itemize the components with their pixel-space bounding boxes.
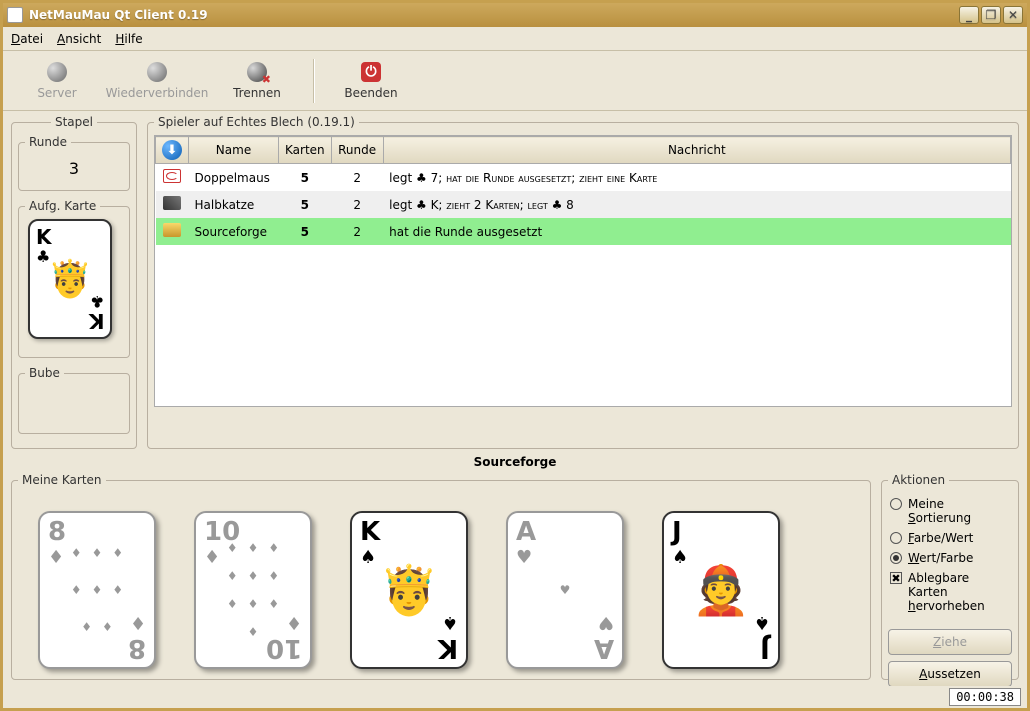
mycards-legend: Meine Karten — [18, 473, 106, 487]
player-icon — [163, 169, 181, 183]
player-icon — [163, 223, 181, 237]
player-name: Halbkatze — [189, 191, 279, 218]
player-icon — [163, 196, 181, 210]
hand-card[interactable]: K♠🤴♠K — [350, 511, 468, 669]
maximize-button[interactable]: ❐ — [981, 6, 1001, 24]
player-name: Sourceforge — [189, 218, 279, 245]
titlebar: NetMauMau Qt Client 0.19 _ ❐ ✕ — [3, 3, 1027, 27]
toolbar-separator — [313, 59, 315, 103]
globe-icon — [47, 62, 67, 82]
toolbar-reconnect[interactable]: Wiederverbinden — [109, 54, 205, 108]
sort-down-icon: ⬇ — [162, 140, 182, 160]
king-icon: 🤴 — [48, 258, 93, 300]
timer: 00:00:38 — [949, 688, 1021, 706]
stack-group: Stapel Runde 3 Aufg. Karte K ♣ 🤴 ♣ K — [11, 115, 137, 449]
player-round: 2 — [331, 218, 383, 245]
menu-view[interactable]: Ansicht — [57, 32, 101, 46]
topcard-legend: Aufg. Karte — [25, 199, 100, 213]
window-title: NetMauMau Qt Client 0.19 — [29, 8, 208, 22]
round-value: 3 — [25, 153, 123, 186]
player-message: legt ♣ 7; hat die Runde ausgesetzt; zieh… — [383, 164, 1010, 192]
hand-card[interactable]: A♥♥♥A — [506, 511, 624, 669]
player-round: 2 — [331, 164, 383, 192]
disconnect-icon — [247, 62, 267, 82]
face-icon: 🤴 — [379, 562, 439, 619]
jack-legend: Bube — [25, 366, 64, 380]
player-message: hat die Runde ausgesetzt — [383, 218, 1010, 245]
player-cards: 5 — [279, 218, 332, 245]
power-icon: ⏻ — [361, 62, 381, 82]
player-cards: 5 — [279, 191, 332, 218]
sort-suit-rank-radio[interactable]: Farbe/Wert — [890, 531, 1010, 545]
toolbar-disconnect[interactable]: Trennen — [209, 54, 305, 108]
pass-button[interactable]: Aussetzen — [888, 661, 1012, 686]
menu-file[interactable]: Datei — [11, 32, 43, 46]
minimize-button[interactable]: _ — [959, 6, 979, 24]
statusbar: 00:00:38 — [3, 686, 1027, 708]
col-icon[interactable]: ⬇ — [156, 137, 189, 164]
menu-help[interactable]: Hilfe — [115, 32, 142, 46]
topcard-group: Aufg. Karte K ♣ 🤴 ♣ K — [18, 199, 130, 358]
table-row[interactable]: Halbkatze52legt ♣ K; zieht 2 Karten; leg… — [156, 191, 1011, 218]
draw-button[interactable]: Ziehe — [888, 629, 1012, 655]
round-legend: Runde — [25, 135, 71, 149]
sort-mine-radio[interactable]: Meine Sortierung — [890, 497, 1010, 525]
players-table: ⬇ Name Karten Runde Nachricht Doppelmaus… — [155, 136, 1011, 245]
face-icon: 👲 — [691, 562, 751, 619]
toolbar-server[interactable]: Server — [9, 54, 105, 108]
actions-legend: Aktionen — [888, 473, 949, 487]
app-icon — [7, 7, 23, 23]
col-message[interactable]: Nachricht — [383, 137, 1010, 164]
menubar: Datei Ansicht Hilfe — [3, 27, 1027, 51]
jack-group: Bube — [18, 366, 130, 434]
hand-card[interactable]: J♠👲♠J — [662, 511, 780, 669]
toolbar-quit[interactable]: ⏻ Beenden — [323, 54, 419, 108]
sort-rank-suit-radio[interactable]: Wert/Farbe — [890, 551, 1010, 565]
hand-card[interactable]: 8♦♦♦♦♦♦♦♦♦♦8 — [38, 511, 156, 669]
actions-group: Aktionen Meine Sortierung Farbe/Wert Wer… — [881, 473, 1019, 680]
player-round: 2 — [331, 191, 383, 218]
current-player-label: Sourceforge — [11, 451, 1019, 471]
toolbar: Server Wiederverbinden Trennen ⏻ Beenden — [3, 51, 1027, 111]
mycards-group: Meine Karten 8♦♦♦♦♦♦♦♦♦♦8 10♦♦♦♦♦♦♦♦♦♦♦♦1… — [11, 473, 871, 680]
player-cards: 5 — [279, 164, 332, 192]
highlight-checkbox[interactable]: ✖Ablegbare Kartenhervorheben — [890, 571, 1010, 613]
col-cards[interactable]: Karten — [279, 137, 332, 164]
player-message: legt ♣ K; zieht 2 Karten; legt ♣ 8 — [383, 191, 1010, 218]
col-round[interactable]: Runde — [331, 137, 383, 164]
stack-legend: Stapel — [51, 115, 97, 129]
globe-icon — [147, 62, 167, 82]
player-name: Doppelmaus — [189, 164, 279, 192]
players-legend: Spieler auf Echtes Blech (0.19.1) — [154, 115, 359, 129]
players-group: Spieler auf Echtes Blech (0.19.1) ⬇ Name… — [147, 115, 1019, 449]
col-name[interactable]: Name — [189, 137, 279, 164]
close-button[interactable]: ✕ — [1003, 6, 1023, 24]
table-row[interactable]: Doppelmaus52legt ♣ 7; hat die Runde ausg… — [156, 164, 1011, 192]
table-row[interactable]: Sourceforge52hat die Runde ausgesetzt — [156, 218, 1011, 245]
topcard: K ♣ 🤴 ♣ K — [28, 219, 112, 339]
round-group: Runde 3 — [18, 135, 130, 191]
hand-card[interactable]: 10♦♦♦♦♦♦♦♦♦♦♦♦10 — [194, 511, 312, 669]
